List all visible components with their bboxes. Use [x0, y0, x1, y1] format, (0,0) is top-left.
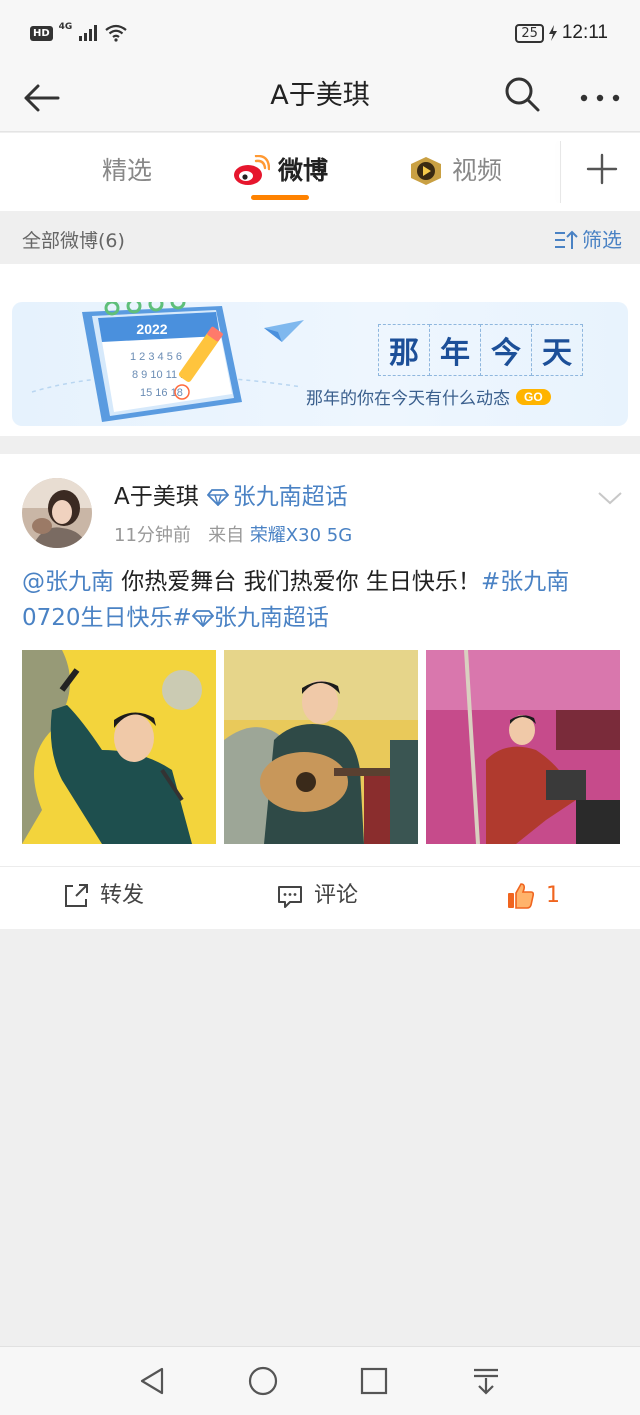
filter-label: 筛选	[582, 228, 622, 252]
filter-row: 全部微博(6) 筛选	[0, 211, 640, 264]
active-tab-indicator	[251, 195, 309, 200]
banner-title-char: 今	[480, 324, 532, 376]
banner-title: 那 年 今 天	[378, 324, 583, 376]
status-right: 25 12:11	[515, 22, 608, 44]
more-options-icon[interactable]	[578, 76, 622, 116]
tab-divider	[560, 141, 561, 203]
nav-home-icon[interactable]	[247, 1365, 279, 1397]
photo-grid	[22, 650, 620, 844]
post-source[interactable]: 荣耀X30 5G	[250, 525, 352, 546]
add-tab-icon[interactable]	[584, 151, 620, 187]
super-topic-name: 张九南超话	[232, 484, 348, 510]
section-gap	[0, 436, 640, 454]
post-time: 11分钟前	[114, 525, 191, 546]
banner-title-char: 天	[531, 324, 583, 376]
avatar[interactable]	[22, 478, 92, 548]
clock: 12:11	[561, 22, 608, 43]
author-line: A于美琪 张九南超话	[114, 482, 348, 512]
banner-title-char: 那	[378, 324, 430, 376]
share-icon	[65, 884, 88, 907]
charging-icon	[548, 25, 557, 41]
on-this-day-banner[interactable]: 2022 1 2 3 4 5 6 8 9 10 11 12 15 16 18 那…	[12, 302, 628, 426]
svg-text:1 2 3 4 5 6: 1 2 3 4 5 6	[130, 351, 182, 363]
filter-button[interactable]: 筛选	[554, 227, 622, 253]
thumbs-up-icon	[508, 883, 535, 909]
post-photo-2[interactable]	[224, 650, 418, 844]
tab-featured[interactable]: 精选	[102, 155, 152, 187]
tab-label: 精选	[102, 156, 153, 185]
network-type: 4G	[58, 22, 73, 32]
repost-label: 转发	[100, 883, 145, 908]
banner-subtitle: 那年的你在今天有什么动态 GO	[306, 384, 551, 409]
diamond-icon	[191, 610, 215, 629]
post-card: A于美琪 张九南超话 11分钟前 来自 荣耀X30 5G @张九南 你热爱舞台 …	[0, 454, 640, 929]
post-photo-3[interactable]	[426, 650, 620, 844]
comment-label: 评论	[314, 883, 359, 908]
nav-notification-pull-icon[interactable]	[470, 1365, 502, 1397]
source-prefix: 来自	[208, 525, 245, 546]
post-meta: 11分钟前 来自 荣耀X30 5G	[114, 524, 352, 548]
hd-badge: HD	[30, 25, 53, 41]
author-name[interactable]: A于美琪	[114, 482, 199, 512]
wifi-icon	[105, 24, 128, 42]
tab-bar: 精选 微博 视频	[0, 133, 640, 211]
like-count: 1	[546, 883, 560, 908]
page-title: A于美琪	[270, 80, 370, 111]
inline-topic-name: 张九南超话	[213, 605, 329, 631]
diamond-icon	[206, 489, 229, 506]
system-nav-bar	[0, 1346, 640, 1415]
banner-subtitle-text: 那年的你在今天有什么动态	[306, 389, 510, 409]
nav-recents-icon[interactable]	[358, 1365, 390, 1397]
filter-sort-icon	[555, 230, 578, 249]
calendar-illustration-icon: 2022 1 2 3 4 5 6 8 9 10 11 12 15 16 18	[31, 302, 304, 422]
avatar-image	[22, 478, 92, 548]
post-actions: 转发 评论 1	[0, 866, 640, 929]
status-left: HD 4G	[30, 22, 128, 42]
top-header: A于美琪	[0, 70, 640, 132]
comment-icon	[278, 886, 302, 908]
post-body: @张九南 你热爱舞台 我们热爱你 生日快乐！#张九南0720生日快乐# 张九南超话	[22, 564, 622, 636]
mention-link[interactable]: @张九南	[22, 569, 114, 595]
status-bar: HD 4G 25 12:11	[0, 0, 640, 70]
go-button[interactable]: GO	[516, 388, 551, 405]
battery-indicator: 25	[515, 23, 544, 43]
post-text: 你热爱舞台 我们热爱你 生日快乐！	[114, 569, 481, 595]
search-icon[interactable]	[502, 74, 542, 114]
signal-icon	[79, 25, 98, 41]
tab-label: 视频	[452, 156, 503, 185]
tab-video[interactable]: 视频	[408, 155, 502, 187]
repost-button[interactable]: 转发	[62, 881, 144, 911]
video-badge-icon	[411, 157, 441, 185]
inline-topic-link[interactable]: 张九南超话	[191, 605, 329, 631]
calendar-year: 2022	[136, 321, 167, 337]
banner-section: 2022 1 2 3 4 5 6 8 9 10 11 12 15 16 18 那…	[0, 264, 640, 436]
tab-weibo[interactable]: 微博	[232, 155, 328, 187]
weibo-logo-icon	[234, 155, 270, 185]
post-photo-1[interactable]	[22, 650, 216, 844]
nav-back-icon[interactable]	[136, 1365, 168, 1397]
super-topic-link[interactable]: 张九南超话	[206, 482, 348, 512]
chevron-down-icon[interactable]	[596, 488, 624, 508]
banner-title-char: 年	[429, 324, 481, 376]
post-count-label: 全部微博(6)	[22, 230, 125, 252]
tab-label: 微博	[278, 156, 329, 185]
like-button[interactable]: 1	[506, 881, 560, 911]
comment-button[interactable]: 评论	[276, 881, 358, 911]
